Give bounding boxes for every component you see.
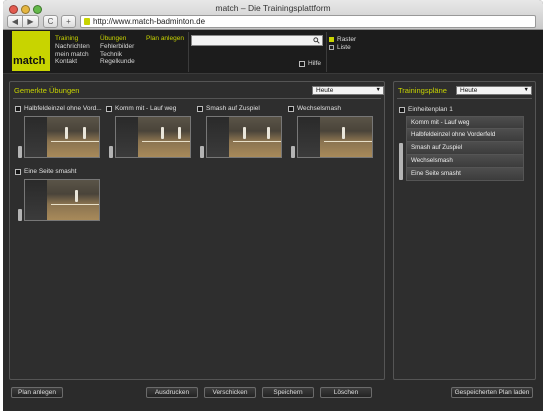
saved-exercises-panel: Gemerkte Übungen Heute ▼ Halbfeldeinzel o… [9,81,385,380]
exercise-video-thumbnail[interactable] [115,116,191,158]
plan-list-item[interactable]: Smash auf Zuspiel [406,142,524,155]
load-saved-plan-button[interactable]: Gespeicherten Plan laden [451,387,533,398]
plan-exercise-list: Komm mit - Lauf weg Halbfeldeinzel ohne … [406,116,524,181]
plan-checkbox[interactable] [399,106,405,113]
exercise-video-thumbnail[interactable] [297,116,373,158]
header-divider [326,32,327,72]
saved-exercises-title: Gemerkte Übungen [14,86,80,95]
drag-handle[interactable] [291,146,295,158]
add-bookmark-button[interactable]: + [61,15,76,28]
nav-kontakt[interactable]: Kontakt [55,58,90,66]
liste-radio[interactable] [329,45,334,50]
training-plans-panel: Trainingspläne Heute ▼ Einheitenplan 1 Ko… [393,81,536,380]
print-button[interactable]: Ausdrucken [146,387,198,398]
nav-regelkunde[interactable]: Regelkunde [100,58,135,66]
exercise-title: Eine Seite smasht [24,168,77,175]
forward-arrow-icon: ▶ [27,17,34,26]
exercise-video-thumbnail[interactable] [206,116,282,158]
drag-handle[interactable] [200,146,204,158]
training-plans-title: Trainingspläne [398,86,447,95]
raster-radio[interactable] [329,37,334,42]
panel-divider [397,98,532,99]
panel-divider [13,98,381,99]
exercise-checkbox[interactable] [106,105,112,112]
address-bar[interactable]: http://www.match-badminton.de [80,15,536,28]
exercise-title: Wechselsmash [297,105,341,112]
search-input[interactable] [191,35,323,46]
exercise-title: Komm mit - Lauf weg [115,105,177,112]
view-raster-option[interactable]: Raster [329,36,356,43]
liste-label: Liste [337,44,351,51]
nav-column-training: Training Nachrichten mein match Kontakt [55,35,90,66]
exercise-title: Halbfeldeinzel ohne Vord... [24,105,102,112]
plan-list-item[interactable]: Eine Seite smasht [406,168,524,181]
exercise-title: Smash auf Zuspiel [206,105,260,112]
nav-fehlerbilder[interactable]: Fehlerbilder [100,43,135,51]
reload-button[interactable]: C [43,15,58,28]
drag-handle[interactable] [18,209,22,221]
help-label: Hilfe [308,60,322,67]
exercise-checkbox[interactable] [197,105,203,112]
exercise-video-thumbnail[interactable] [24,179,100,221]
exercise-card[interactable]: Eine Seite smasht [15,167,105,221]
search-icon [313,37,320,44]
drag-handle[interactable] [399,143,403,180]
favicon-icon [84,18,90,25]
dropdown-arrow-icon: ▼ [375,87,381,93]
plan-list-item[interactable]: Halbfeldeinzel ohne Vorderfeld [406,129,524,142]
exercise-video-thumbnail[interactable] [24,116,100,158]
nav-nachrichten[interactable]: Nachrichten [55,43,90,51]
nav-training[interactable]: Training [55,35,90,43]
training-plans-filter[interactable]: Heute ▼ [456,86,532,95]
nav-technik[interactable]: Technik [100,51,135,59]
nav-uebungen[interactable]: Übungen [100,35,135,43]
address-text: http://www.match-badminton.de [93,17,206,26]
plus-icon: + [66,17,71,26]
match-logo[interactable]: match [12,31,50,71]
back-arrow-icon: ◀ [11,17,19,26]
app-header: match Training Nachrichten mein match Ko… [3,30,543,74]
nav-column-plan: Plan anlegen [146,35,184,43]
view-liste-option[interactable]: Liste [329,44,351,51]
saved-exercises-filter[interactable]: Heute ▼ [312,86,384,95]
browser-window: match – Die Trainingsplattform ◀ ▶ C + h… [3,0,543,411]
back-button[interactable]: ◀ [7,15,23,28]
nav-plan-anlegen[interactable]: Plan anlegen [146,35,184,43]
title-bar: match – Die Trainingsplattform ◀ ▶ C + h… [3,0,543,30]
delete-button[interactable]: Löschen [320,387,372,398]
exercise-checkbox[interactable] [15,105,21,112]
forward-button[interactable]: ▶ [23,15,39,28]
header-divider [188,32,189,72]
reload-icon: C [47,17,54,26]
exercise-checkbox[interactable] [288,105,294,112]
plan-name: Einheitenplan 1 [408,106,453,113]
exercise-card[interactable]: Smash auf Zuspiel [197,104,287,158]
exercise-card[interactable]: Wechselsmash [288,104,378,158]
create-plan-button[interactable]: Plan anlegen [11,387,63,398]
help-checkbox[interactable] [299,60,305,67]
exercise-card[interactable]: Halbfeldeinzel ohne Vord... [15,104,105,158]
exercise-card[interactable]: Komm mit - Lauf weg [106,104,196,158]
send-button[interactable]: Verschicken [204,387,256,398]
plan-list-item[interactable]: Komm mit - Lauf weg [406,116,524,129]
exercise-checkbox[interactable] [15,168,21,175]
raster-label: Raster [337,36,357,43]
dropdown-arrow-icon: ▼ [523,87,529,93]
drag-handle[interactable] [109,146,113,158]
drag-handle[interactable] [18,146,22,158]
training-plan[interactable]: Einheitenplan 1 [399,106,453,113]
plan-list-item[interactable]: Wechselsmash [406,155,524,168]
help-toggle[interactable]: Hilfe [299,60,321,67]
window-title: match – Die Trainingsplattform [215,3,331,13]
save-button[interactable]: Speichern [262,387,314,398]
nav-mein-match[interactable]: mein match [55,51,90,59]
nav-column-uebungen: Übungen Fehlerbilder Technik Regelkunde [100,35,135,66]
